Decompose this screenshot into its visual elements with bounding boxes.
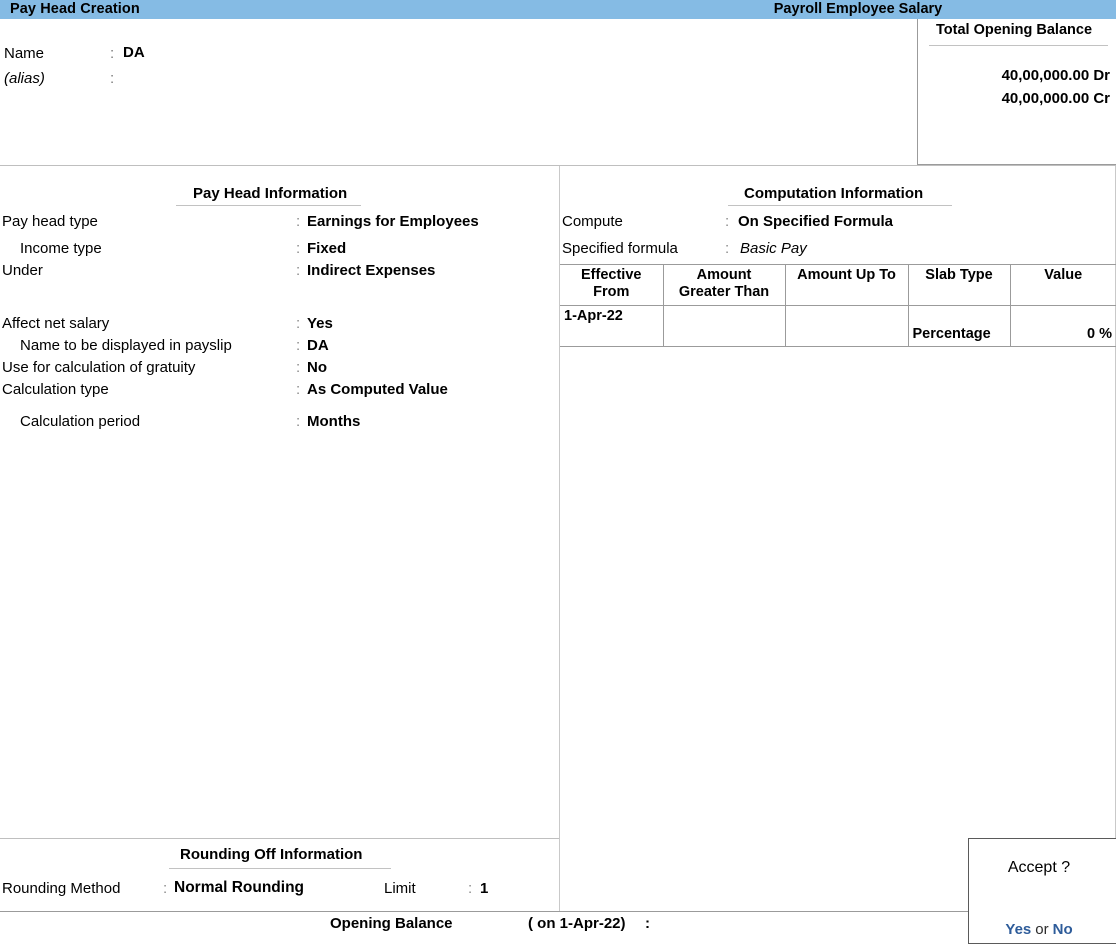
income-type-colon: : [296,240,301,257]
pay-head-type-colon: : [296,213,301,230]
accept-dialog: Accept ? Yes or No [968,838,1116,944]
affect-net-salary-colon: : [296,315,301,332]
footer-divider [0,911,1116,912]
header-divider [0,165,1116,166]
gratuity-colon: : [296,359,301,376]
cell-amount-greater-than[interactable] [663,305,786,346]
rounding-method-value[interactable]: Normal Rounding [174,879,304,897]
under-colon: : [296,262,301,279]
rounding-off-information-heading: Rounding Off Information [180,846,363,863]
col-value-line1: Value [1044,267,1083,283]
calculation-type-colon: : [296,381,301,398]
under-value[interactable]: Indirect Expenses [307,262,435,279]
compute-value[interactable]: On Specified Formula [738,213,893,230]
accept-dialog-actions: Yes or No [969,921,1109,938]
income-type-value[interactable]: Fixed [307,240,346,257]
alias-colon: : [110,70,115,87]
pay-head-type-value[interactable]: Earnings for Employees [307,213,479,230]
calculation-period-label: Calculation period [20,413,141,430]
payslip-display-name-label: Name to be displayed in payslip [20,337,232,354]
total-opening-balance-panel: Total Opening Balance 40,00,000.00 Dr 40… [917,19,1116,165]
compute-colon: : [725,213,730,230]
opening-balance-debit: 40,00,000.00 Dr [1001,67,1110,84]
computation-information-heading: Computation Information [744,185,924,202]
accept-dialog-title: Accept ? [1007,859,1071,876]
rounding-off-information-underline [169,868,391,869]
col-effective-from-line1: Effective [581,267,642,283]
col-slab-type-line1: Slab Type [925,267,993,283]
rounding-section-divider [0,838,559,839]
rounding-method-colon: : [163,880,168,897]
slab-table: Effective From Amount Greater Than Amoun… [560,264,1116,347]
affect-net-salary-label: Affect net salary [2,315,110,332]
col-amount-greater-than-line1: Amount [696,267,752,283]
rounding-method-label: Rounding Method [2,880,121,897]
payslip-display-name-colon: : [296,337,301,354]
total-opening-balance-title: Total Opening Balance [935,22,1093,38]
computation-information-underline [728,205,952,206]
col-amount-greater-than: Amount Greater Than [663,265,786,306]
col-amount-greater-than-line2: Greater Than [678,284,770,300]
rounding-limit-colon: : [468,880,473,897]
pay-head-type-label: Pay head type [2,213,98,230]
gratuity-label: Use for calculation of gratuity [2,359,196,376]
affect-net-salary-value[interactable]: Yes [307,315,333,332]
pay-head-information-underline [176,205,361,206]
rounding-limit-value[interactable]: 1 [480,880,488,897]
slab-table-header-row: Effective From Amount Greater Than Amoun… [560,265,1116,306]
specified-formula-value[interactable]: Basic Pay [740,240,807,257]
col-effective-from: Effective From [560,265,664,306]
cell-slab-type[interactable]: Percentage [908,305,1011,346]
col-amount-up-to: Amount Up To [785,265,909,306]
name-input[interactable]: DA [123,44,145,61]
pay-head-information-heading: Pay Head Information [193,185,348,202]
accept-no-button[interactable]: No [1053,921,1073,938]
table-row[interactable]: 1-Apr-22 Percentage 0 % [560,305,1116,346]
col-slab-type: Slab Type [908,265,1011,306]
opening-balance-credit: 40,00,000.00 Cr [1001,90,1110,107]
footer-opening-balance-label: Opening Balance [330,915,453,932]
accept-yes-button[interactable]: Yes [1005,921,1031,938]
cell-effective-from[interactable]: 1-Apr-22 [560,305,664,346]
name-label: Name [4,45,45,62]
footer-opening-balance-date: ( on 1-Apr-22) [528,915,626,932]
gratuity-value[interactable]: No [307,359,327,376]
col-amount-up-to-line1: Amount Up To [797,267,896,283]
calculation-type-value[interactable]: As Computed Value [307,381,448,398]
col-effective-from-line2: From [593,284,630,300]
specified-formula-colon: : [725,240,730,257]
footer-opening-balance-colon: : [645,915,650,932]
calculation-period-colon: : [296,413,301,430]
income-type-label: Income type [20,240,102,257]
title-underline [929,45,1108,46]
window-title-right: Payroll Employee Salary [773,1,943,17]
calculation-type-label: Calculation type [2,381,109,398]
name-colon: : [110,45,115,62]
cell-amount-up-to[interactable] [785,305,909,346]
rounding-limit-label: Limit [384,880,416,897]
cell-value[interactable]: 0 % [1010,306,1116,346]
compute-label: Compute [562,213,623,230]
alias-label: (alias) [4,70,45,87]
col-value: Value [1010,265,1116,306]
window-title-bar: Pay Head Creation Payroll Employee Salar… [0,0,1116,19]
under-label: Under [2,262,43,279]
calculation-period-value[interactable]: Months [307,413,360,430]
specified-formula-label: Specified formula [562,240,678,257]
payslip-display-name-value[interactable]: DA [307,337,329,354]
accept-or-label: or [1035,921,1049,938]
